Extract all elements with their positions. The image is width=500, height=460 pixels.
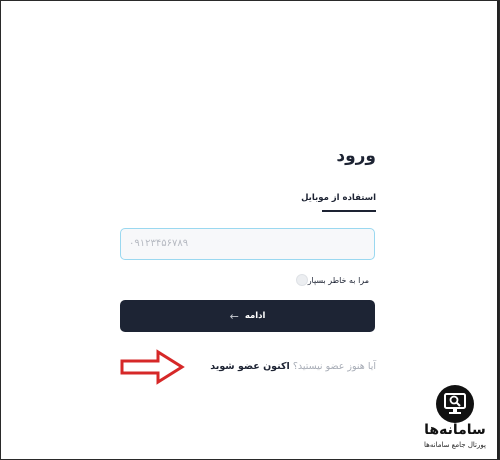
tab-active-indicator: [322, 210, 376, 212]
watermark-circle: [436, 385, 474, 423]
continue-button[interactable]: ادامه ←: [120, 300, 375, 332]
page-title: ورود: [336, 146, 376, 166]
signup-question: آیا هنوز عضو نیستید؟: [292, 361, 376, 372]
continue-button-label: ادامه: [244, 311, 266, 321]
watermark-name: سامانه‌ها: [424, 422, 486, 438]
phone-input[interactable]: [129, 229, 359, 258]
phone-field-wrapper: [120, 228, 375, 260]
red-arrow-icon: [120, 349, 185, 385]
remember-me-label: مرا به خاطر بسپار: [307, 275, 369, 285]
arrow-left-icon: ←: [229, 309, 239, 323]
watermark-logo: سامانه‌ها پورتال جامع سامانه‌ها: [412, 385, 498, 457]
remember-me-row[interactable]: مرا به خاطر بسپار: [295, 273, 376, 287]
signup-prompt: آیا هنوز عضو نیستید؟ اکنون عضو شوید: [210, 361, 376, 372]
monitor-search-icon: [444, 393, 466, 414]
watermark-subtitle: پورتال جامع سامانه‌ها: [424, 441, 486, 449]
tab-mobile-login[interactable]: استفاده از موبایل: [301, 193, 376, 208]
remember-me-checkbox[interactable]: [295, 274, 308, 286]
signup-link[interactable]: اکنون عضو شوید: [210, 361, 290, 372]
